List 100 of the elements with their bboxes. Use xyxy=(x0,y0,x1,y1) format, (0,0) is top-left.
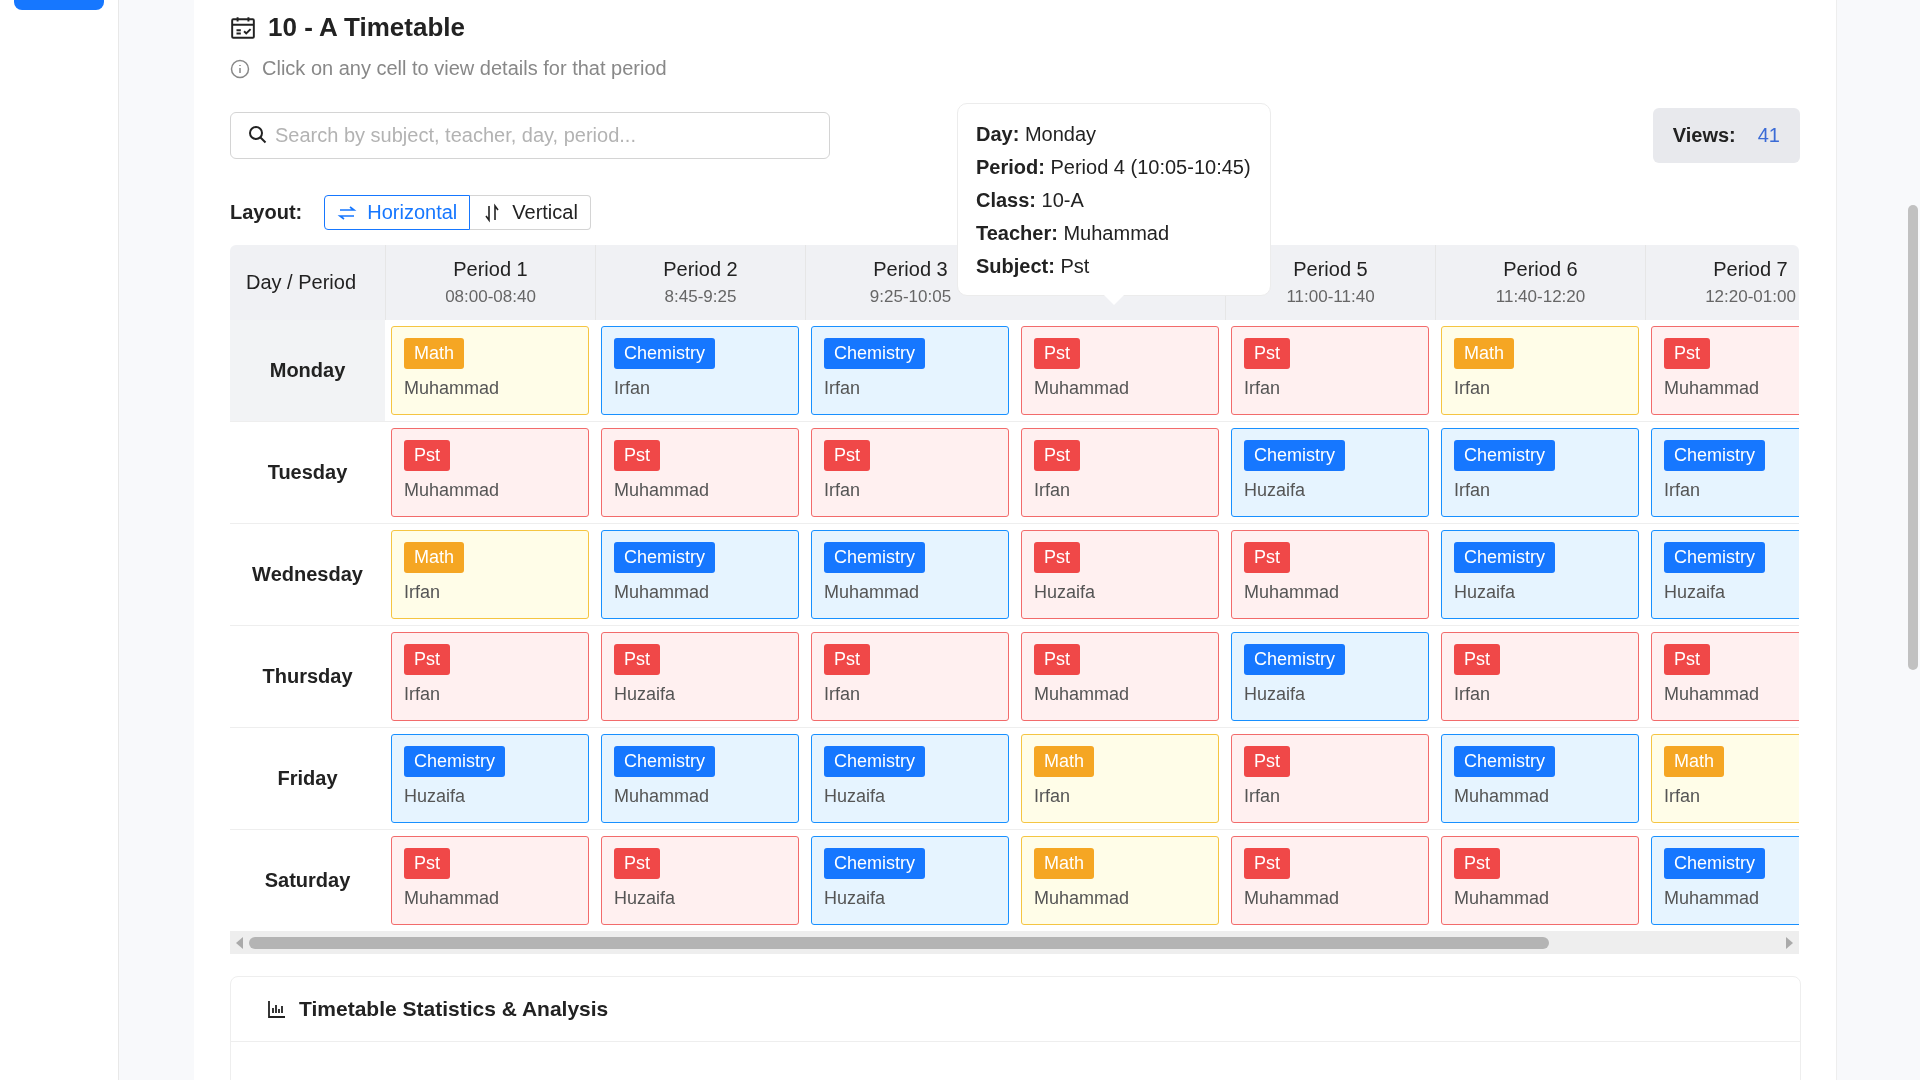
timetable-cell[interactable]: Chemistry Muhammad xyxy=(1651,836,1799,925)
timetable-cell[interactable]: Chemistry Huzaifa xyxy=(1231,428,1429,517)
teacher-name: Muhammad xyxy=(824,582,920,603)
day-label: Wednesday xyxy=(252,563,363,586)
timetable-cell[interactable]: Chemistry Irfan xyxy=(1441,428,1639,517)
subject-tag: Pst xyxy=(1034,338,1080,369)
timetable-cell[interactable]: Pst Irfan xyxy=(811,632,1009,721)
period-time: 9:25-10:05 xyxy=(869,287,952,307)
timetable-cell[interactable]: Pst Muhammad xyxy=(601,428,799,517)
timetable-cell[interactable]: Pst Huzaifa xyxy=(601,836,799,925)
timetable-cell[interactable]: Math Muhammad xyxy=(1021,836,1219,925)
teacher-name: Irfan xyxy=(404,582,441,603)
timetable-cell[interactable]: Chemistry Muhammad xyxy=(1441,734,1639,823)
teacher-name: Irfan xyxy=(824,684,861,705)
timetable-cell[interactable]: Pst Irfan xyxy=(1231,734,1429,823)
subject-tag: Pst xyxy=(404,644,450,675)
teacher-name: Huzaifa xyxy=(824,888,886,909)
views-label: Views: xyxy=(1672,124,1736,147)
subject-tag: Pst xyxy=(1664,644,1710,675)
period-time: 8:45-9:25 xyxy=(664,287,737,307)
teacher-name: Muhammad xyxy=(1664,378,1760,399)
teacher-name: Huzaifa xyxy=(1454,582,1516,603)
period-time: 12:20-01:00 xyxy=(1705,287,1796,307)
period-label: Period 6 xyxy=(1503,258,1578,281)
teacher-name: Irfan xyxy=(824,480,861,501)
period-time: 11:00-11:40 xyxy=(1286,287,1375,307)
teacher-name: Huzaifa xyxy=(404,786,466,807)
subject-tag: Chemistry xyxy=(1664,542,1765,573)
subject-tag: Pst xyxy=(1244,746,1290,777)
timetable-cell[interactable]: Chemistry Huzaifa xyxy=(1231,632,1429,721)
subject-tag: Math xyxy=(1034,746,1095,777)
teacher-name: Muhammad xyxy=(1664,684,1760,705)
timetable-cell[interactable]: Pst Muhammad xyxy=(1231,530,1429,619)
subject-tag: Chemistry xyxy=(1244,440,1345,471)
timetable-cell[interactable]: Pst Muhammad xyxy=(1021,632,1219,721)
teacher-name: Muhammad xyxy=(614,582,710,603)
horizontal-scrollbar[interactable] xyxy=(230,932,1799,954)
teacher-name: Irfan xyxy=(404,684,441,705)
timetable-cell[interactable]: Pst Irfan xyxy=(1021,428,1219,517)
timetable-cell[interactable]: Chemistry Irfan xyxy=(811,326,1009,415)
teacher-name: Muhammad xyxy=(404,888,500,909)
timetable-cell[interactable]: Pst Muhammad xyxy=(1231,836,1429,925)
timetable-cell[interactable]: Chemistry Huzaifa xyxy=(1441,530,1639,619)
subject-tag: Chemistry xyxy=(614,542,715,573)
timetable-cell[interactable]: Chemistry Huzaifa xyxy=(811,734,1009,823)
timetable-cell[interactable]: Pst Huzaifa xyxy=(601,632,799,721)
subject-tag: Pst xyxy=(614,644,660,675)
teacher-name: Muhammad xyxy=(1244,888,1340,909)
teacher-name: Irfan xyxy=(1244,378,1281,399)
timetable-cell[interactable]: Pst Muhammad xyxy=(1651,326,1799,415)
teacher-name: Huzaifa xyxy=(614,684,676,705)
timetable-cell[interactable]: Chemistry Muhammad xyxy=(601,530,799,619)
subject-tag: Pst xyxy=(1244,848,1290,879)
sidebar-button[interactable] xyxy=(14,0,104,10)
period-label: Period 5 xyxy=(1293,258,1368,281)
timetable-cell[interactable]: Math Irfan xyxy=(1441,326,1639,415)
subject-tag: Chemistry xyxy=(614,746,715,777)
subject-tag: Math xyxy=(1454,338,1515,369)
teacher-name: Irfan xyxy=(824,378,861,399)
subject-tag: Chemistry xyxy=(404,746,505,777)
day-label: Tuesday xyxy=(267,461,348,484)
timetable-cell[interactable]: Chemistry Huzaifa xyxy=(391,734,589,823)
calendar-icon xyxy=(230,14,256,41)
layout-option[interactable]: Horizontal xyxy=(324,195,471,230)
teacher-name: Muhammad xyxy=(1454,786,1550,807)
page-scrollbar[interactable] xyxy=(1908,205,1918,670)
timetable-cell[interactable]: Pst Muhammad xyxy=(1651,632,1799,721)
timetable-cell[interactable]: Chemistry Irfan xyxy=(601,326,799,415)
timetable-cell[interactable]: Math Irfan xyxy=(391,530,589,619)
info-icon xyxy=(230,58,250,79)
subject-tag: Pst xyxy=(1034,440,1080,471)
timetable-cell[interactable]: Chemistry Huzaifa xyxy=(811,836,1009,925)
timetable-cell[interactable]: Math Irfan xyxy=(1021,734,1219,823)
timetable-cell[interactable]: Math Irfan xyxy=(1651,734,1799,823)
day-label: Friday xyxy=(277,767,338,790)
timetable-cell[interactable]: Chemistry Huzaifa xyxy=(1651,530,1799,619)
timetable-cell[interactable]: Pst Irfan xyxy=(811,428,1009,517)
timetable-cell[interactable]: Pst Irfan xyxy=(1441,632,1639,721)
subject-tag: Chemistry xyxy=(824,338,925,369)
tooltip-line: Class: 10-A xyxy=(976,188,1085,213)
search-field[interactable]: Search by subject, teacher, day, period... xyxy=(230,112,830,159)
timetable-cell[interactable]: Pst Muhammad xyxy=(1021,326,1219,415)
timetable-cell[interactable]: Pst Muhammad xyxy=(391,428,589,517)
timetable-cell[interactable]: Chemistry Muhammad xyxy=(601,734,799,823)
teacher-name: Huzaifa xyxy=(1244,684,1306,705)
period-time: 11:40-12:20 xyxy=(1495,287,1586,307)
timetable-cell[interactable]: Pst Huzaifa xyxy=(1021,530,1219,619)
teacher-name: Irfan xyxy=(1664,480,1701,501)
timetable-cell[interactable]: Pst Irfan xyxy=(1231,326,1429,415)
layout-option[interactable]: Vertical xyxy=(470,195,591,230)
timetable-cell[interactable]: Pst Muhammad xyxy=(391,836,589,925)
timetable-cell[interactable]: Chemistry Irfan xyxy=(1651,428,1799,517)
timetable-cell[interactable]: Math Muhammad xyxy=(391,326,589,415)
teacher-name: Huzaifa xyxy=(1664,582,1726,603)
subject-tag: Math xyxy=(1034,848,1095,879)
timetable-cell[interactable]: Pst Muhammad xyxy=(1441,836,1639,925)
timetable-cell[interactable]: Pst Irfan xyxy=(391,632,589,721)
page-title: 10 - A Timetable xyxy=(268,12,465,43)
timetable-cell[interactable]: Chemistry Muhammad xyxy=(811,530,1009,619)
teacher-name: Muhammad xyxy=(614,786,710,807)
